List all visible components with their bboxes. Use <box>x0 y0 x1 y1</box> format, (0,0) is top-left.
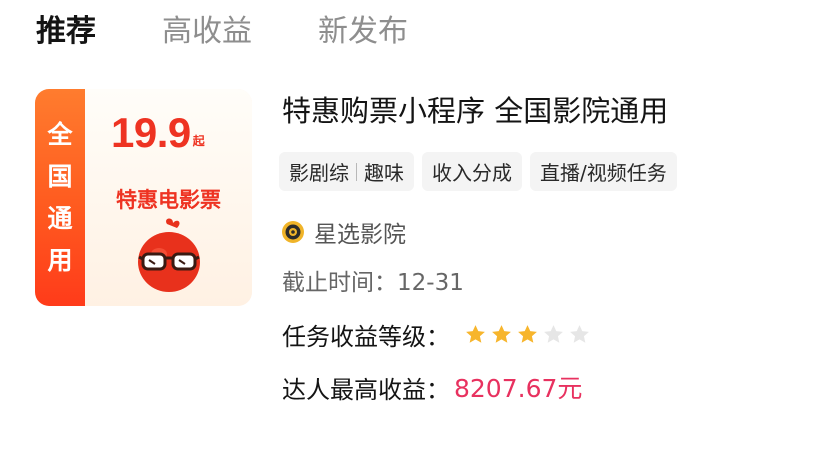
earnings-level: 任务收益等级： <box>282 318 594 351</box>
publisher-name: 星选影院 <box>314 222 406 248</box>
task-poster-image[interactable]: 全 国 通 用 19.9 起 特惠电影票 <box>35 89 252 306</box>
max-earnings-value: 8207.67元 <box>454 374 583 403</box>
tab-new-releases[interactable]: 新发布 <box>318 10 408 54</box>
tag-genre: 影剧综 趣味 <box>279 152 414 191</box>
tag-divider <box>356 162 357 181</box>
poster-caption: 特惠电影票 <box>116 188 221 212</box>
tag-live-video-task: 直播/视频任务 <box>530 152 677 191</box>
task-list-page: 推荐 高收益 新发布 全 国 通 用 19.9 起 特惠电影票 特惠购票小程序 … <box>0 0 831 457</box>
task-deadline: 截止时间：12-31 <box>282 270 464 296</box>
task-title[interactable]: 特惠购票小程序 全国影院通用 <box>282 91 668 131</box>
glasses-mascot-icon <box>138 218 200 292</box>
task-tags: 影剧综 趣味 收入分成 直播/视频任务 <box>279 152 685 191</box>
tab-recommended[interactable]: 推荐 <box>36 10 96 54</box>
poster-side-strip: 全 国 通 用 <box>35 89 85 306</box>
poster-price: 19.9 起 <box>111 111 205 155</box>
publisher[interactable]: 星选影院 <box>282 216 406 248</box>
tab-high-earnings[interactable]: 高收益 <box>162 10 252 54</box>
poster-price-unit: 起 <box>192 134 205 148</box>
poster-strip-char: 全 <box>47 119 73 149</box>
publisher-logo-icon <box>282 221 304 243</box>
tag-label: 直播/视频任务 <box>540 161 667 185</box>
max-earnings-label: 达人最高收益： <box>282 375 450 404</box>
earnings-level-label: 任务收益等级： <box>282 322 450 351</box>
poster-strip-char: 国 <box>47 161 73 191</box>
category-tabs: 推荐 高收益 新发布 <box>36 10 474 54</box>
poster-strip-char: 用 <box>47 245 73 275</box>
tag-revenue-share: 收入分成 <box>422 152 522 191</box>
max-earnings: 达人最高收益： 8207.67元 <box>282 369 582 405</box>
poster-main-area: 19.9 起 特惠电影票 <box>85 89 252 306</box>
star-empty-icon <box>570 324 589 343</box>
star-filled-icon <box>466 324 485 343</box>
poster-price-value: 19.9 <box>111 109 191 156</box>
earnings-level-stars <box>464 323 594 346</box>
star-empty-icon <box>544 324 563 343</box>
star-filled-icon <box>492 324 511 343</box>
poster-strip-char: 通 <box>47 203 73 233</box>
star-filled-icon <box>518 324 537 343</box>
tag-label: 收入分成 <box>432 161 512 185</box>
tag-label: 影剧综 <box>289 161 349 185</box>
tag-label: 趣味 <box>364 161 404 185</box>
